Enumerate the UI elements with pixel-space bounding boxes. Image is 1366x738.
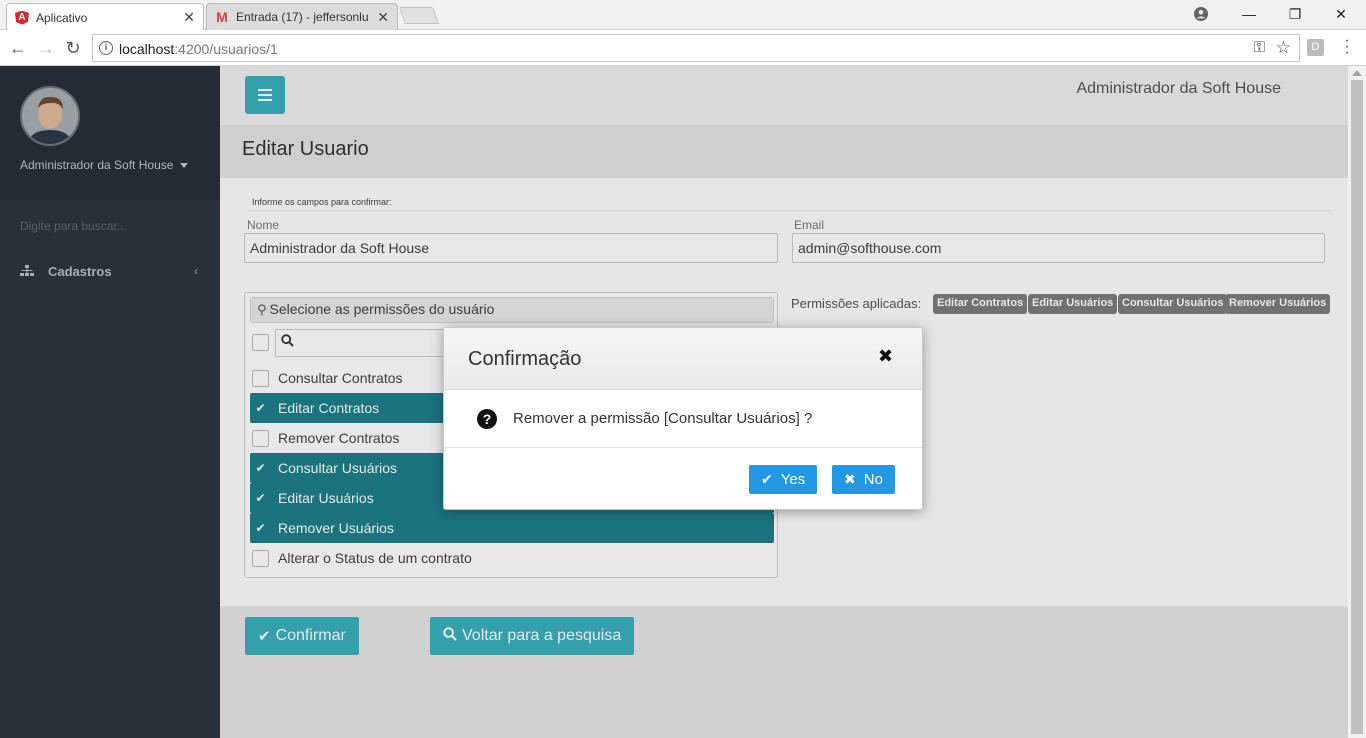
profile-icon[interactable] (1178, 0, 1224, 28)
angular-icon: A (15, 10, 29, 25)
dialog-body: ? Remover a permissão [Consultar Usuário… (444, 390, 922, 448)
extension-icon[interactable]: D (1307, 39, 1324, 56)
scrollbar-thumb[interactable] (1351, 80, 1363, 734)
forward-icon[interactable]: → (34, 36, 58, 60)
no-button[interactable]: ✖ No (832, 465, 895, 494)
dialog-header: Confirmação ✖ (444, 328, 922, 390)
tab-gmail[interactable]: M Entrada (17) - jeffersonlu ✕ (206, 3, 398, 30)
yes-button[interactable]: ✔ Yes (749, 465, 818, 494)
minimize-icon[interactable]: — (1226, 0, 1272, 28)
new-tab-button[interactable] (398, 7, 440, 24)
dialog-message: Remover a permissão [Consultar Usuários]… (513, 410, 813, 427)
browser-tab-bar: A Aplicativo ✕ M Entrada (17) - jefferso… (0, 0, 1366, 31)
page-scrollbar[interactable] (1348, 66, 1366, 738)
window-close-icon[interactable]: ✕ (1318, 0, 1364, 28)
scroll-up-icon[interactable] (1352, 70, 1362, 76)
info-icon[interactable]: i (99, 41, 113, 55)
tab-title: Aplicativo (36, 10, 88, 25)
menu-icon[interactable]: · · · (1343, 33, 1351, 61)
gmail-icon: M (216, 9, 228, 25)
star-icon[interactable]: ☆ (1276, 38, 1291, 58)
reload-icon[interactable]: ↻ (61, 36, 85, 60)
url-text: localhost:4200/usuarios/1 (119, 41, 278, 57)
dialog-title: Confirmação (468, 348, 582, 370)
key-icon[interactable]: ⚿ (1254, 39, 1265, 56)
address-bar[interactable]: i localhost:4200/usuarios/1 ⚿ ☆ (92, 34, 1300, 62)
question-icon: ? (477, 409, 497, 429)
tab-title: Entrada (17) - jeffersonlu (236, 10, 369, 24)
close-icon[interactable]: ✖ (878, 346, 893, 367)
restore-icon[interactable]: ❐ (1272, 0, 1318, 28)
browser-toolbar: ← → ↻ i localhost:4200/usuarios/1 ⚿ ☆ D … (0, 30, 1366, 66)
confirm-dialog: Confirmação ✖ ? Remover a permissão [Con… (443, 327, 923, 510)
close-icon[interactable]: ✕ (183, 9, 195, 26)
close-icon[interactable]: ✕ (377, 9, 389, 26)
back-icon[interactable]: ← (6, 36, 30, 60)
times-icon: ✖ (844, 471, 856, 487)
check-icon: ✔ (761, 471, 773, 487)
tab-aplicativo[interactable]: A Aplicativo ✕ (6, 3, 204, 31)
